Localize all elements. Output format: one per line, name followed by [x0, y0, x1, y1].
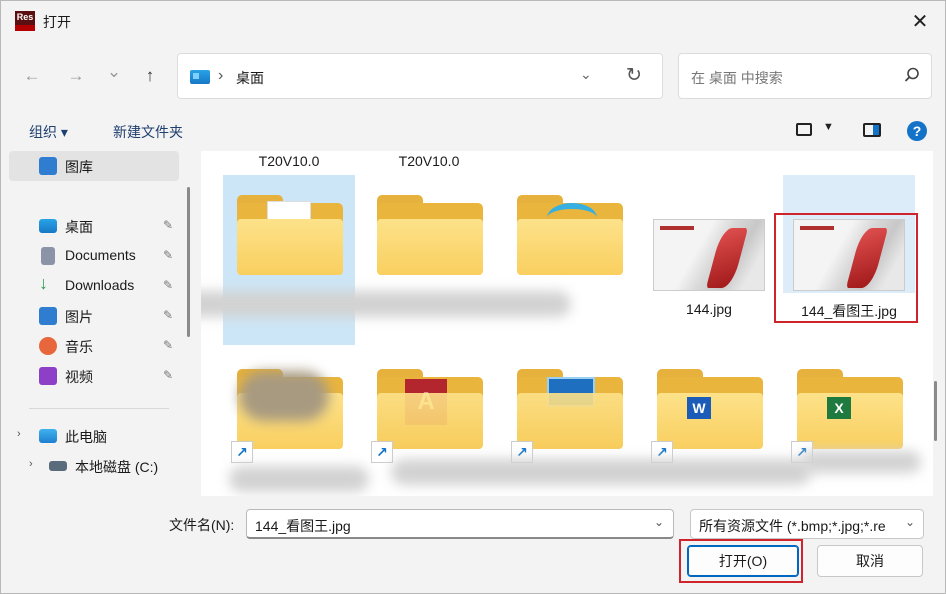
sidebar-item-label: 音乐	[65, 339, 93, 355]
file-name: 144.jpg	[686, 301, 732, 317]
excel-app-icon: X	[827, 397, 851, 419]
address-dropdown-icon[interactable]: ⌄	[580, 66, 592, 83]
sidebar-divider	[29, 408, 169, 409]
videos-icon	[39, 367, 57, 385]
filename-input[interactable]: 144_看图王.jpg	[246, 509, 674, 539]
pin-icon[interactable]: ✎	[163, 368, 173, 382]
back-button[interactable]: ←	[19, 63, 45, 89]
search-icon[interactable]	[903, 66, 921, 84]
sidebar-item-documents[interactable]: Documents ✎	[9, 241, 179, 271]
close-button[interactable]: ✕	[907, 9, 933, 35]
pin-icon[interactable]: ✎	[163, 278, 173, 292]
local-disk-icon	[49, 461, 67, 471]
sidebar-item-videos[interactable]: 视频 ✎	[9, 361, 179, 391]
folder-icon	[517, 369, 623, 449]
open-file-dialog: Res 打开 ✕ ← → ⌄ ↑ › 桌面 ⌄ ↻ 在 桌面 中搜索 组织 ▾ …	[0, 0, 946, 594]
music-icon	[39, 337, 57, 355]
refresh-icon[interactable]: ↻	[626, 64, 642, 87]
sidebar-item-label: 此电脑	[65, 429, 107, 445]
folder-icon	[517, 195, 623, 275]
navigation-bar: ← → ⌄ ↑ › 桌面 ⌄ ↻ 在 桌面 中搜索	[1, 51, 945, 101]
expand-chevron-icon[interactable]: ›	[17, 428, 21, 440]
folder-icon: W	[657, 369, 763, 449]
sidebar-item-label: 图片	[65, 309, 93, 325]
redaction-blur	[201, 291, 571, 317]
new-folder-button[interactable]: 新建文件夹	[113, 122, 183, 142]
recent-locations-button[interactable]: ⌄	[101, 59, 127, 85]
sidebar-item-label: 图库	[65, 159, 93, 175]
file-list: T20V10.0 T20V10.0 144.jpg 144_看图王.jpg ↗ …	[201, 151, 933, 496]
sidebar-scrollbar[interactable]	[187, 187, 190, 337]
sidebar-item-music[interactable]: 音乐 ✎	[9, 331, 179, 361]
file-item-folder-2[interactable]	[363, 175, 495, 345]
view-icon[interactable]	[796, 123, 812, 136]
folder-icon: A	[377, 369, 483, 449]
shortcut-arrow-icon: ↗	[231, 441, 253, 463]
sidebar-item-this-pc[interactable]: › 此电脑	[9, 421, 179, 451]
filename-dropdown-icon[interactable]: ⌄	[654, 515, 664, 529]
sidebar-item-downloads[interactable]: ↓ Downloads ✎	[9, 271, 179, 301]
redaction-blur	[239, 371, 329, 421]
folder-label: T20V10.0	[258, 153, 320, 169]
window-title: 打开	[43, 14, 71, 30]
search-placeholder: 在 桌面 中搜索	[691, 70, 783, 86]
address-bar[interactable]: › 桌面 ⌄ ↻	[177, 53, 663, 99]
help-icon[interactable]: ?	[907, 121, 927, 141]
navigation-pane: 图库 桌面 ✎ Documents ✎ ↓ Downloads ✎ 图片 ✎ 音…	[1, 151, 191, 496]
word-app-icon: W	[687, 397, 711, 419]
file-item-144-jpg[interactable]: 144.jpg	[643, 175, 775, 345]
cancel-button[interactable]: 取消	[817, 545, 923, 577]
sidebar-item-label: 桌面	[65, 219, 93, 235]
pin-icon[interactable]: ✎	[163, 338, 173, 352]
folder-label: T20V10.0	[398, 153, 460, 169]
folder-icon	[377, 195, 483, 275]
pin-icon[interactable]: ✎	[163, 218, 173, 232]
sidebar-item-local-disk[interactable]: › 本地磁盘 (C:)	[9, 451, 179, 481]
sidebar-item-label: 视频	[65, 369, 93, 385]
filetype-dropdown-icon[interactable]: ⌄	[905, 515, 916, 529]
sidebar-item-pictures[interactable]: 图片 ✎	[9, 301, 179, 331]
pin-icon[interactable]: ✎	[163, 248, 173, 262]
gallery-icon	[39, 157, 57, 175]
dialog-footer: 文件名(N): 144_看图王.jpg ⌄ 所有资源文件 (*.bmp;*.jp…	[1, 499, 945, 593]
sidebar-item-label: Documents	[65, 247, 136, 263]
filename-label: 文件名(N):	[169, 517, 235, 533]
image-thumbnail	[653, 219, 765, 291]
desktop-icon	[190, 70, 210, 84]
breadcrumb-desktop[interactable]: 桌面	[236, 68, 264, 88]
this-pc-icon	[39, 429, 57, 443]
redaction-blur	[801, 451, 921, 473]
file-item-folder-3[interactable]	[503, 175, 635, 345]
app-logo-icon: Res	[15, 11, 35, 31]
preview-pane-icon[interactable]	[863, 123, 881, 137]
title-bar: Res 打开 ✕	[1, 1, 945, 43]
search-box[interactable]: 在 桌面 中搜索	[678, 53, 932, 99]
up-button[interactable]: ↑	[137, 63, 163, 89]
documents-icon	[41, 247, 55, 265]
organize-button[interactable]: 组织 ▾	[29, 122, 68, 142]
highlight-box	[774, 213, 918, 323]
pin-icon[interactable]: ✎	[163, 308, 173, 322]
sidebar-item-gallery[interactable]: 图库	[9, 151, 179, 181]
file-item-folder-1[interactable]	[223, 175, 355, 345]
redaction-blur	[229, 466, 369, 492]
filetype-select[interactable]: 所有资源文件 (*.bmp;*.jpg;*.re	[690, 509, 924, 539]
breadcrumb-chevron-icon[interactable]: ›	[218, 67, 223, 85]
forward-button[interactable]: →	[63, 63, 89, 89]
view-dropdown-icon[interactable]: ▼	[823, 121, 834, 133]
folder-icon: X	[797, 369, 903, 449]
folder-icon	[237, 195, 343, 275]
redaction-blur	[391, 459, 811, 485]
downloads-icon: ↓	[39, 273, 48, 293]
shortcut-arrow-icon: ↗	[371, 441, 393, 463]
desktop-icon	[39, 219, 57, 233]
command-bar: 组织 ▾ 新建文件夹 ▼ ?	[1, 111, 945, 151]
sidebar-item-label: Downloads	[65, 277, 135, 293]
expand-chevron-icon[interactable]: ›	[29, 458, 33, 470]
sidebar-item-desktop[interactable]: 桌面 ✎	[9, 211, 179, 241]
pictures-icon	[39, 307, 57, 325]
sidebar-item-label: 本地磁盘 (C:)	[75, 459, 159, 475]
file-list-scrollbar[interactable]	[934, 381, 937, 441]
highlight-box	[679, 539, 803, 583]
